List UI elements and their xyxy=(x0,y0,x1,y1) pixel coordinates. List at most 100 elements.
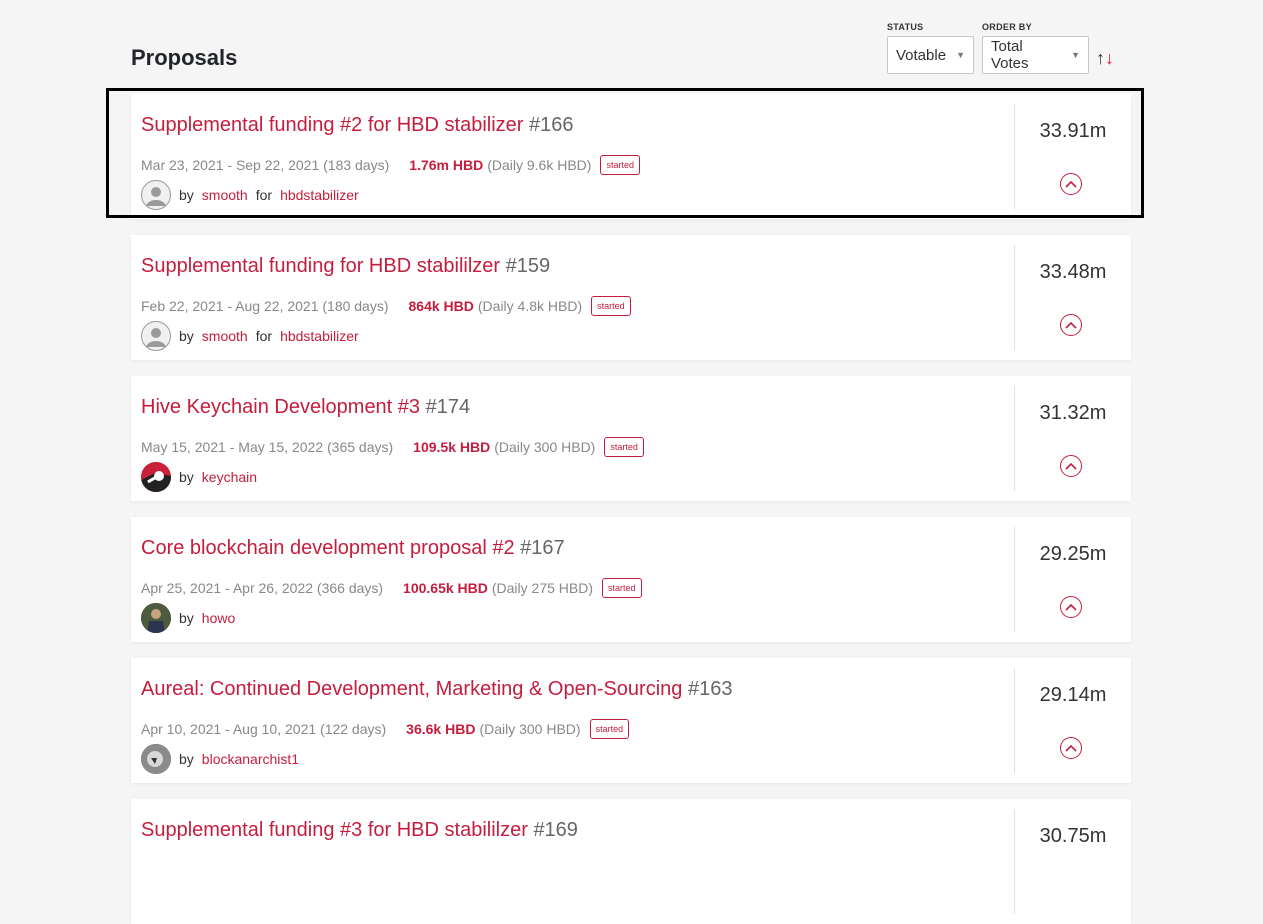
status-badge: started xyxy=(589,719,630,739)
proposal-title: Supplemental funding for HBD stabililzer xyxy=(141,255,501,277)
proposal-author: by howo xyxy=(141,603,235,633)
vote-total: 33.48m xyxy=(1039,261,1107,283)
upvote-button[interactable] xyxy=(1060,596,1082,618)
proposal-amount: 864k HBD xyxy=(408,298,474,314)
proposal-title-link[interactable]: Supplemental funding #3 for HBD stabilil… xyxy=(141,819,578,842)
proposal-author: by keychain xyxy=(141,462,257,492)
proposal-meta: May 15, 2021 - May 15, 2022 (365 days) 1… xyxy=(141,437,644,457)
by-text: by xyxy=(179,610,194,626)
chevron-down-icon: ▼ xyxy=(1071,50,1080,60)
proposal-card: Supplemental funding #2 for HBD stabiliz… xyxy=(131,94,1131,219)
order-label: ORDER BY xyxy=(982,22,1032,32)
proposal-id: #163 xyxy=(687,678,733,700)
proposal-card: Aureal: Continued Development, Marketing… xyxy=(131,658,1131,783)
author-link[interactable]: blockanarchist1 xyxy=(202,751,299,767)
vote-total: 29.25m xyxy=(1039,543,1107,565)
author-link[interactable]: smooth xyxy=(202,328,248,344)
proposal-meta: Apr 10, 2021 - Aug 10, 2021 (122 days) 3… xyxy=(141,719,630,739)
proposal-dates: Mar 23, 2021 - Sep 22, 2021 (183 days) xyxy=(141,157,390,173)
by-text: by xyxy=(179,469,194,485)
proposal-amount: 36.6k HBD xyxy=(406,721,476,737)
page-title: Proposals xyxy=(131,45,238,70)
status-badge: started xyxy=(600,155,640,175)
proposal-title-link[interactable]: Supplemental funding #2 for HBD stabiliz… xyxy=(141,114,574,137)
sort-descending-icon[interactable]: ↓ xyxy=(1105,48,1114,68)
vote-total: 33.91m xyxy=(1039,120,1107,142)
upvote-button[interactable] xyxy=(1060,455,1082,477)
proposal-amount: 100.65k HBD xyxy=(403,580,488,596)
for-text: for xyxy=(255,328,273,344)
status-label: STATUS xyxy=(887,22,924,32)
keychain-avatar-icon xyxy=(141,462,171,492)
proposal-daily: (Daily 275 HBD) xyxy=(491,580,594,596)
receiver-link[interactable]: hbdstabilizer xyxy=(280,328,359,344)
default-avatar-icon xyxy=(141,321,171,351)
proposal-title-link[interactable]: Aureal: Continued Development, Marketing… xyxy=(141,678,732,701)
proposal-daily: (Daily 300 HBD) xyxy=(494,439,596,455)
proposal-id: #159 xyxy=(505,255,551,277)
status-select-value: Votable xyxy=(896,46,947,64)
status-badge: started xyxy=(604,437,644,457)
status-select[interactable]: Votable ▼ xyxy=(887,36,974,74)
proposal-dates: May 15, 2021 - May 15, 2022 (365 days) xyxy=(141,439,394,455)
by-text: by xyxy=(179,328,194,344)
upvote-button[interactable] xyxy=(1060,173,1082,195)
proposal-title: Supplemental funding #3 for HBD stabilil… xyxy=(141,819,528,841)
proposal-meta: Apr 25, 2021 - Apr 26, 2022 (366 days) 1… xyxy=(141,578,642,598)
proposal-dates: Feb 22, 2021 - Aug 22, 2021 (180 days) xyxy=(141,298,389,314)
proposal-dates: Apr 10, 2021 - Aug 10, 2021 (122 days) xyxy=(141,721,387,737)
proposal-meta: Feb 22, 2021 - Aug 22, 2021 (180 days) 8… xyxy=(141,296,631,316)
proposal-card: Supplemental funding #3 for HBD stabilil… xyxy=(131,799,1131,924)
proposal-author: by blockanarchist1 xyxy=(141,744,299,774)
sort-ascending-icon[interactable]: ↑ xyxy=(1096,48,1105,68)
proposal-title: Hive Keychain Development #3 xyxy=(141,396,421,418)
chevron-up-icon xyxy=(1065,180,1077,188)
default-avatar-icon xyxy=(141,180,171,210)
proposal-daily: (Daily 4.8k HBD) xyxy=(477,298,583,314)
sort-direction: ↑ ↓ xyxy=(1096,48,1114,68)
proposal-id: #169 xyxy=(533,819,578,841)
proposal-daily: (Daily 9.6k HBD) xyxy=(487,157,592,173)
chevron-down-icon: ▼ xyxy=(956,50,965,60)
proposal-card: Supplemental funding for HBD stabililzer… xyxy=(131,235,1131,360)
vote-total: 31.32m xyxy=(1039,402,1107,424)
proposal-meta: Mar 23, 2021 - Sep 22, 2021 (183 days) 1… xyxy=(141,155,640,175)
chevron-up-icon xyxy=(1065,603,1077,611)
vote-total: 29.14m xyxy=(1039,684,1107,706)
chevron-up-icon xyxy=(1065,321,1077,329)
proposal-title-link[interactable]: Core blockchain development proposal #2 … xyxy=(141,537,565,560)
order-select[interactable]: Total Votes ▼ xyxy=(982,36,1089,74)
author-link[interactable]: keychain xyxy=(202,469,257,485)
proposal-title: Core blockchain development proposal #2 xyxy=(141,537,515,559)
status-filter: STATUS Votable ▼ xyxy=(887,22,974,74)
by-text: by xyxy=(179,751,194,767)
proposal-title-link[interactable]: Supplemental funding for HBD stabililzer… xyxy=(141,255,550,278)
proposal-title: Supplemental funding #2 for HBD stabiliz… xyxy=(141,114,524,136)
chevron-up-icon xyxy=(1065,462,1077,470)
proposal-dates: Apr 25, 2021 - Apr 26, 2022 (366 days) xyxy=(141,580,384,596)
status-badge: started xyxy=(591,296,631,316)
receiver-link[interactable]: hbdstabilizer xyxy=(280,187,359,203)
by-text: by xyxy=(179,187,194,203)
proposal-author: by smooth for hbdstabilizer xyxy=(141,321,359,351)
upvote-button[interactable] xyxy=(1060,314,1082,336)
photo-avatar-icon xyxy=(141,603,171,633)
bw-avatar-icon xyxy=(141,744,171,774)
author-link[interactable]: smooth xyxy=(202,187,248,203)
proposal-id: #167 xyxy=(520,537,565,559)
author-link[interactable]: howo xyxy=(202,610,235,626)
for-text: for xyxy=(255,187,273,203)
proposal-id: #174 xyxy=(425,396,471,418)
upvote-button[interactable] xyxy=(1060,737,1082,759)
proposal-card: Hive Keychain Development #3 #174 May 15… xyxy=(131,376,1131,501)
proposal-title-link[interactable]: Hive Keychain Development #3 #174 xyxy=(141,396,470,419)
proposal-card: Core blockchain development proposal #2 … xyxy=(131,517,1131,642)
order-select-value: Total Votes xyxy=(991,38,1029,72)
chevron-up-icon xyxy=(1065,744,1077,752)
proposal-id: #166 xyxy=(529,114,574,136)
proposal-daily: (Daily 300 HBD) xyxy=(479,721,581,737)
proposal-title: Aureal: Continued Development, Marketing… xyxy=(141,678,683,700)
proposal-author: by smooth for hbdstabilizer xyxy=(141,180,359,210)
proposal-amount: 109.5k HBD xyxy=(413,439,491,455)
proposal-amount: 1.76m HBD xyxy=(409,157,484,173)
